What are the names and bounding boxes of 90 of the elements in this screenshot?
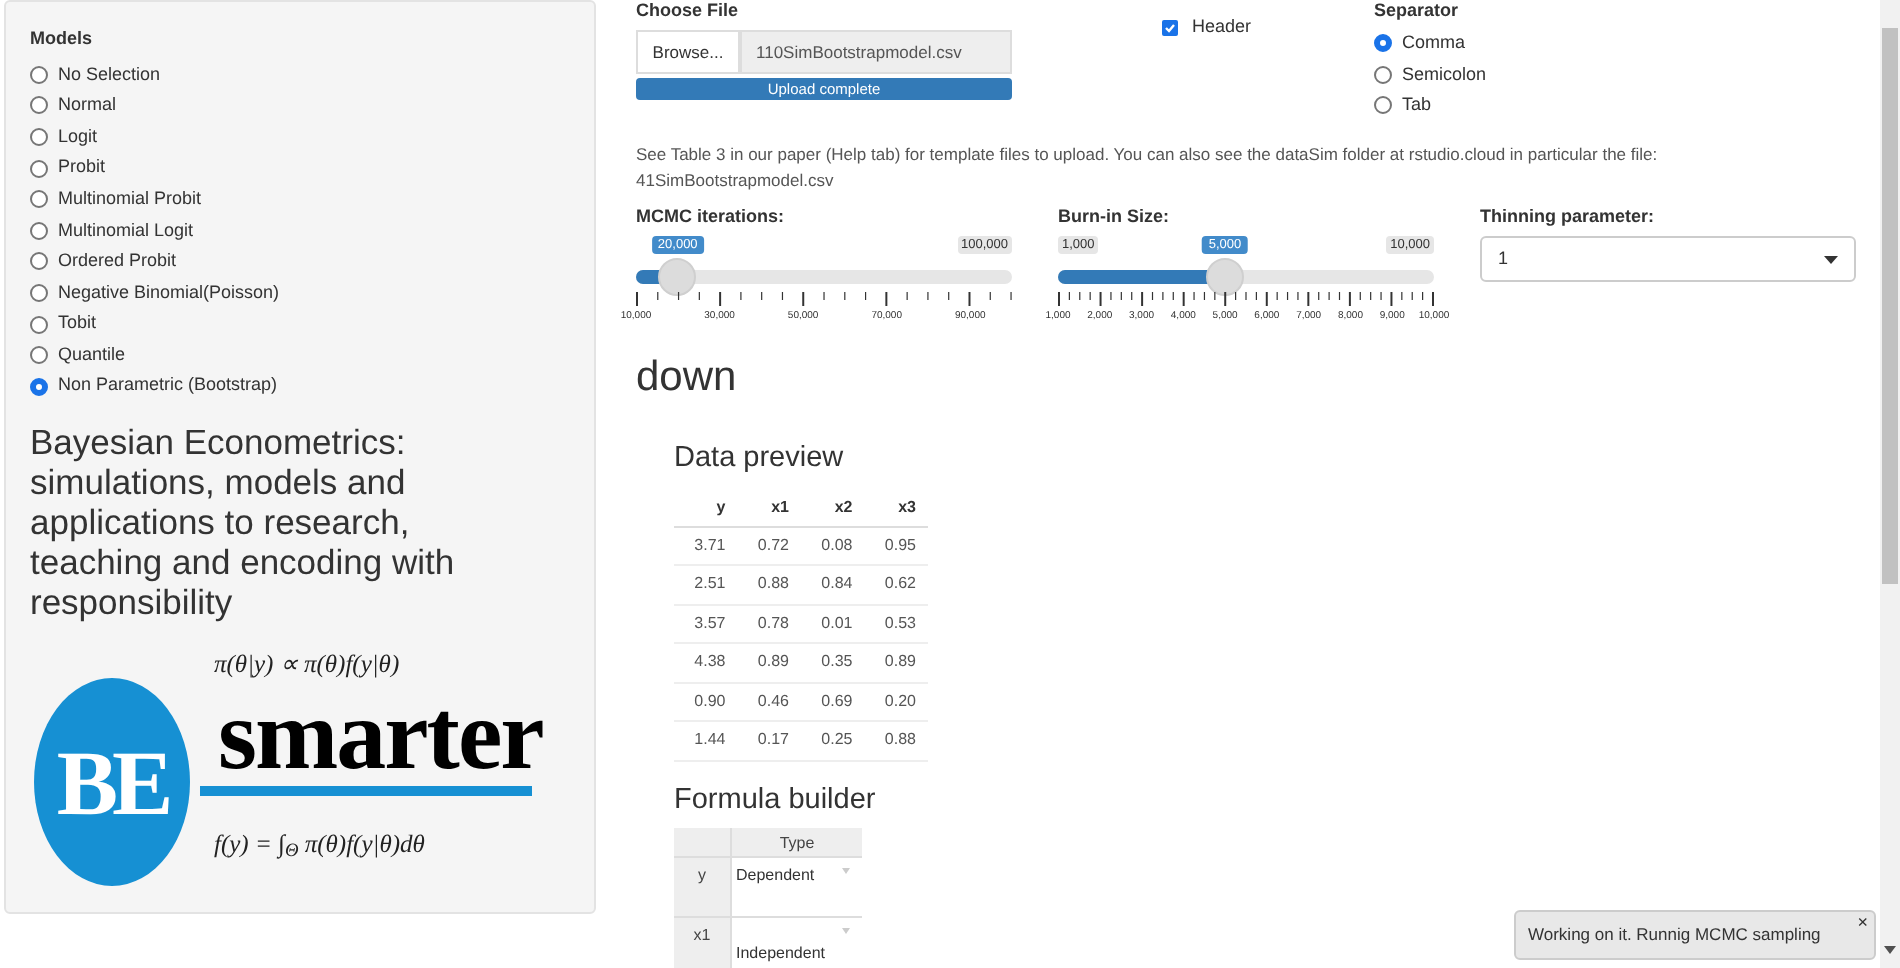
radio-button[interactable] — [1374, 34, 1392, 53]
table-cell: 0.62 — [864, 565, 928, 604]
radio-label[interactable]: Quantile — [58, 341, 126, 369]
table-cell: 0.08 — [801, 526, 865, 565]
table-cell: 2.51 — [674, 565, 738, 604]
checkbox[interactable] — [1162, 19, 1178, 36]
table-cell: 0.20 — [864, 682, 928, 721]
radio-button[interactable] — [30, 221, 48, 240]
table-cell: 0.78 — [737, 604, 801, 643]
browse-button[interactable]: Browse... — [636, 30, 740, 74]
row-header: x1 — [674, 918, 732, 968]
help-text: See Table 3 in our paper (Help tab) for template files to upload. You can also see the dataSim folder at rstudio.cloud in particular the file: 41SimBootstrapmodel.csv — [636, 142, 1660, 194]
radio-button[interactable] — [30, 96, 48, 115]
slider-track[interactable] — [636, 270, 1012, 284]
file-name-field[interactable]: 110SimBootstrapmodel.csv — [740, 30, 1012, 74]
field-label: Burn-in Size: — [1058, 206, 1171, 228]
close-button[interactable]: × — [1857, 912, 1868, 932]
radio-label[interactable]: Non Parametric (Bootstrap) — [58, 372, 278, 400]
radio-label[interactable]: No Selection — [58, 61, 161, 89]
table-cell: 0.46 — [737, 682, 801, 721]
app-title: Bayesian Econometrics: simulations, models and applications to research, teaching and encoding with responsibility — [30, 422, 457, 623]
notification-text: Working on it. Runnig MCMC sampling — [1528, 922, 1821, 948]
field-label: MCMC iterations: — [636, 206, 786, 228]
select-field[interactable]: 1 — [1480, 236, 1856, 282]
column-header: y — [674, 490, 738, 526]
radio-button[interactable] — [30, 190, 48, 209]
radio-label[interactable]: Probit — [58, 154, 106, 182]
table-cell: 0.84 — [801, 565, 865, 604]
radio-label[interactable]: Comma — [1402, 30, 1466, 57]
radio-label[interactable]: Semicolon — [1402, 61, 1487, 88]
column-header: Type — [777, 832, 817, 856]
radio-label[interactable]: Ordered Probit — [58, 248, 177, 276]
output-heading: down — [636, 352, 737, 404]
column-header: x2 — [801, 490, 865, 526]
table-cell: 0.89 — [864, 643, 928, 682]
field-label: Choose File — [636, 0, 741, 22]
table-cell: 0.17 — [737, 721, 801, 760]
table-cell: 0.25 — [801, 721, 865, 760]
row-header: y — [674, 858, 732, 916]
table-cell: 0.90 — [674, 682, 738, 721]
column-header: x1 — [737, 490, 801, 526]
table-cell: 0.35 — [801, 643, 865, 682]
radio-button[interactable] — [30, 159, 48, 178]
table-cell: 3.71 — [674, 526, 738, 565]
table-cell: 4.38 — [674, 643, 738, 682]
radio-label[interactable]: Tab — [1402, 92, 1432, 119]
table-cell: 3.57 — [674, 604, 738, 643]
table-cell: 0.95 — [864, 526, 928, 565]
radio-button[interactable] — [30, 252, 48, 271]
radio-button[interactable] — [30, 283, 48, 302]
table-cell: 0.88 — [864, 721, 928, 760]
radio-label[interactable]: Multinomial Probit — [58, 185, 202, 213]
radio-button[interactable] — [30, 377, 48, 396]
table-cell: 0.53 — [864, 604, 928, 643]
slider-handle[interactable] — [1205, 258, 1244, 296]
section-heading: Data preview — [674, 440, 844, 476]
column-header: x3 — [864, 490, 928, 526]
dropdown-cell[interactable]: Dependent — [736, 864, 815, 888]
formula-text: f(y) = ∫$_{Θ}$ π(θ)f(y|θ)dθ — [214, 828, 425, 864]
models-label: Models — [30, 26, 95, 52]
table-cell: 0.88 — [737, 565, 801, 604]
radio-button[interactable] — [30, 127, 48, 146]
checkbox-label[interactable]: Header — [1192, 14, 1252, 41]
radio-button[interactable] — [30, 65, 48, 84]
radio-button[interactable] — [1374, 65, 1392, 84]
table-cell: 0.69 — [801, 682, 865, 721]
radio-button[interactable] — [1374, 96, 1392, 115]
caret-icon — [842, 928, 850, 934]
logo-badge: BE — [34, 678, 190, 887]
logo-word: smarter — [218, 690, 543, 779]
field-label: Separator — [1374, 0, 1461, 22]
table-cell: 0.89 — [737, 643, 801, 682]
section-heading: Formula builder — [674, 782, 876, 818]
table-cell: 0.01 — [801, 604, 865, 643]
caret-icon — [842, 868, 850, 874]
table-cell: 1.44 — [674, 721, 738, 760]
dropdown-cell[interactable]: Independent — [736, 944, 825, 964]
radio-label[interactable]: Normal — [58, 92, 117, 120]
radio-label[interactable]: Multinomial Logit — [58, 217, 194, 245]
radio-label[interactable]: Tobit — [58, 310, 97, 338]
field-label: Thinning parameter: — [1480, 206, 1657, 228]
slider-handle[interactable] — [658, 258, 697, 296]
formula-text: π(θ|y) ∝ π(θ)f(y|θ) — [214, 648, 400, 683]
slider-track[interactable] — [1058, 270, 1434, 284]
radio-button[interactable] — [30, 346, 48, 365]
radio-button[interactable] — [30, 315, 48, 334]
caret-icon — [1824, 255, 1838, 263]
radio-label[interactable]: Logit — [58, 123, 98, 151]
table-cell: 0.72 — [737, 526, 801, 565]
radio-label[interactable]: Negative Binomial(Poisson) — [58, 279, 280, 307]
